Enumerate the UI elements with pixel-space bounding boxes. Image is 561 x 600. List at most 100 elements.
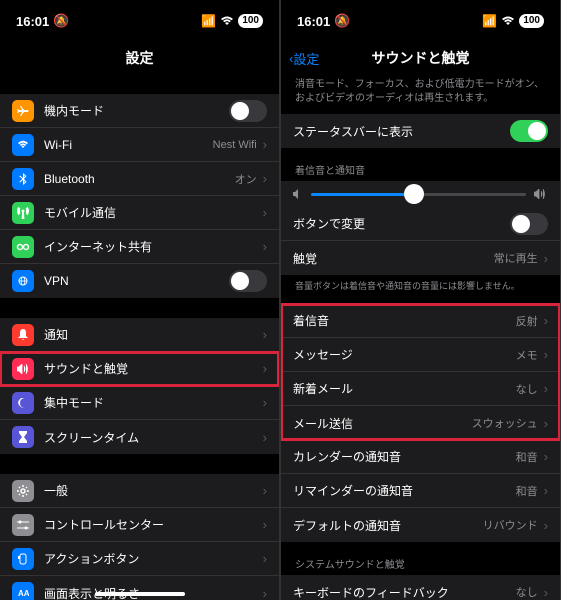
chevron-icon: › bbox=[263, 171, 267, 186]
sound-picks-group: 着信音 反射 › メッセージ メモ › 新着メール なし › メール送信 スウォ… bbox=[281, 304, 560, 440]
row-vpn[interactable]: VPN bbox=[0, 264, 279, 298]
brightness-icon: AA bbox=[12, 582, 34, 600]
keyboard-value: なし bbox=[516, 584, 538, 600]
haptics-label: 触覚 bbox=[293, 250, 494, 267]
statusbar-show-toggle[interactable] bbox=[510, 120, 548, 142]
airplane-label: 機内モード bbox=[44, 102, 229, 119]
row-haptics[interactable]: 触覚 常に再生 › bbox=[281, 241, 560, 275]
calendar-value: 和音 bbox=[516, 449, 538, 465]
chevron-icon: › bbox=[263, 239, 267, 254]
speaker-icon bbox=[12, 358, 34, 380]
message-value: メモ bbox=[516, 347, 538, 363]
sentmail-value: スウォッシュ bbox=[472, 415, 538, 431]
vpn-toggle[interactable] bbox=[229, 270, 267, 292]
nav-bar: 設定 bbox=[0, 42, 279, 74]
ringtone-value: 反射 bbox=[516, 313, 538, 329]
chevron-icon: › bbox=[263, 551, 267, 566]
row-focus[interactable]: 集中モード › bbox=[0, 386, 279, 420]
airplane-toggle[interactable] bbox=[229, 100, 267, 122]
row-actionbutton[interactable]: アクションボタン › bbox=[0, 542, 279, 576]
screentime-label: スクリーンタイム bbox=[44, 429, 257, 446]
page-title: 設定 bbox=[126, 48, 154, 68]
sliders-icon bbox=[12, 514, 34, 536]
row-airplane[interactable]: 機内モード bbox=[0, 94, 279, 128]
row-cellular[interactable]: モバイル通信 › bbox=[0, 196, 279, 230]
row-default[interactable]: デフォルトの通知音 リバウンド › bbox=[281, 508, 560, 542]
hourglass-icon bbox=[12, 426, 34, 448]
status-bar: 16:01 🔕 📶 100 bbox=[0, 0, 279, 42]
chevron-icon: › bbox=[544, 449, 548, 464]
reminder-value: 和音 bbox=[516, 483, 538, 499]
chevron-icon: › bbox=[263, 395, 267, 410]
chevron-icon: › bbox=[263, 361, 267, 376]
vpn-label: VPN bbox=[44, 274, 229, 288]
chevron-icon: › bbox=[263, 483, 267, 498]
sentmail-label: メール送信 bbox=[293, 415, 472, 432]
row-general[interactable]: 一般 › bbox=[0, 474, 279, 508]
slider-thumb[interactable] bbox=[404, 184, 424, 204]
home-indicator[interactable] bbox=[95, 592, 185, 596]
speaker-low-icon bbox=[293, 189, 303, 199]
row-notifications[interactable]: 通知 › bbox=[0, 318, 279, 352]
svg-text:AA: AA bbox=[18, 589, 29, 598]
wifi-label: Wi-Fi bbox=[44, 138, 213, 152]
chevron-icon: › bbox=[544, 381, 548, 396]
row-screentime[interactable]: スクリーンタイム › bbox=[0, 420, 279, 454]
row-reminder[interactable]: リマインダーの通知音 和音 › bbox=[281, 474, 560, 508]
chevron-icon: › bbox=[544, 483, 548, 498]
row-sentmail[interactable]: メール送信 スウォッシュ › bbox=[281, 406, 560, 440]
volume-slider[interactable] bbox=[311, 193, 526, 196]
airplane-icon bbox=[12, 100, 34, 122]
row-wifi[interactable]: Wi-Fi Nest Wifi › bbox=[0, 128, 279, 162]
row-keyboard[interactable]: キーボードのフィードバック なし › bbox=[281, 575, 560, 600]
back-button[interactable]: ‹ 設定 bbox=[289, 49, 319, 68]
row-ringtone[interactable]: 着信音 反射 › bbox=[281, 304, 560, 338]
change-buttons-toggle[interactable] bbox=[510, 213, 548, 235]
bluetooth-label: Bluetooth bbox=[44, 172, 235, 186]
row-statusbar-show[interactable]: ステータスバーに表示 bbox=[281, 114, 560, 148]
message-label: メッセージ bbox=[293, 346, 516, 363]
nav-bar: ‹ 設定 サウンドと触覚 bbox=[281, 42, 560, 74]
chevron-icon: › bbox=[544, 416, 548, 431]
bluetooth-icon bbox=[12, 168, 34, 190]
statusbar-show-label: ステータスバーに表示 bbox=[293, 123, 510, 140]
row-newmail[interactable]: 新着メール なし › bbox=[281, 372, 560, 406]
battery-icon: 100 bbox=[238, 14, 263, 28]
keyboard-label: キーボードのフィードバック bbox=[293, 584, 516, 600]
chevron-icon: › bbox=[263, 205, 267, 220]
row-hotspot[interactable]: インターネット共有 › bbox=[0, 230, 279, 264]
chevron-icon: › bbox=[263, 430, 267, 445]
silent-icon: 🔕 bbox=[53, 13, 69, 29]
ringtone-label: 着信音 bbox=[293, 312, 516, 329]
status-bar: 16:01 🔕 📶 100 bbox=[281, 0, 560, 42]
battery-icon: 100 bbox=[519, 14, 544, 28]
cellular-label: モバイル通信 bbox=[44, 204, 257, 221]
wifi-icon bbox=[12, 134, 34, 156]
action-icon bbox=[12, 548, 34, 570]
moon-icon bbox=[12, 392, 34, 414]
row-message[interactable]: メッセージ メモ › bbox=[281, 338, 560, 372]
default-value: リバウンド bbox=[483, 517, 538, 533]
chevron-icon: › bbox=[263, 517, 267, 532]
row-calendar[interactable]: カレンダーの通知音 和音 › bbox=[281, 440, 560, 474]
change-buttons-label: ボタンで変更 bbox=[293, 215, 510, 232]
reminder-label: リマインダーの通知音 bbox=[293, 482, 516, 499]
row-sounds[interactable]: サウンドと触覚 › bbox=[0, 352, 279, 386]
row-bluetooth[interactable]: Bluetooth オン › bbox=[0, 162, 279, 196]
settings-screen: 16:01 🔕 📶 100 設定 機内モード bbox=[0, 0, 279, 600]
newmail-value: なし bbox=[516, 381, 538, 397]
section-ringer-header: 着信音と通知音 bbox=[281, 148, 560, 181]
status-time: 16:01 bbox=[16, 14, 49, 29]
row-change-buttons[interactable]: ボタンで変更 bbox=[281, 207, 560, 241]
row-display[interactable]: AA 画面表示と明るさ › bbox=[0, 576, 279, 600]
row-controlcenter[interactable]: コントロールセンター › bbox=[0, 508, 279, 542]
chevron-icon: › bbox=[544, 518, 548, 533]
page-title: サウンドと触覚 bbox=[372, 48, 470, 68]
bluetooth-value: オン bbox=[235, 171, 257, 187]
back-label: 設定 bbox=[293, 49, 319, 68]
chevron-icon: › bbox=[263, 137, 267, 152]
signal-icon: 📶 bbox=[482, 14, 497, 28]
default-label: デフォルトの通知音 bbox=[293, 517, 483, 534]
section-system-header: システムサウンドと触覚 bbox=[281, 542, 560, 575]
calendar-label: カレンダーの通知音 bbox=[293, 448, 516, 465]
